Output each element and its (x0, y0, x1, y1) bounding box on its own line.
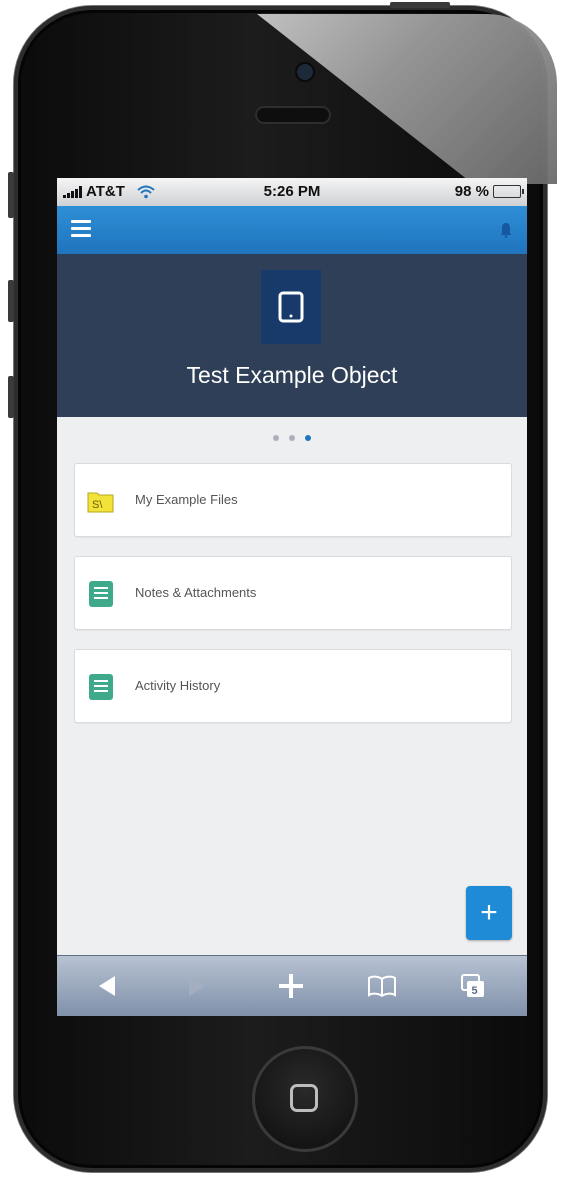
page-dot-active[interactable] (305, 435, 311, 441)
bookmarks-button[interactable] (354, 966, 410, 1006)
phone-glare (257, 14, 557, 184)
notes-icon (89, 581, 113, 607)
folder-files-icon: S\ (87, 492, 114, 513)
volume-up-button (8, 280, 14, 322)
hamburger-icon[interactable] (71, 220, 91, 238)
add-page-button[interactable] (263, 966, 319, 1006)
activity-icon (89, 674, 113, 700)
record-header: Test Example Object (57, 254, 527, 417)
app-header (57, 206, 527, 254)
list-item-label: Activity History (135, 678, 221, 693)
battery-group: 98 % (454, 183, 524, 200)
page-dot[interactable] (273, 435, 279, 441)
record-title: Test Example Object (186, 362, 398, 388)
browser-toolbar: 5 (57, 955, 527, 1016)
volume-down-button (8, 376, 14, 418)
mute-switch (8, 172, 14, 218)
tabs-icon: 5 (461, 974, 484, 997)
forward-icon (189, 976, 205, 996)
home-button[interactable] (252, 1046, 358, 1152)
list-item-label: My Example Files (135, 492, 238, 507)
svg-text:S\: S\ (92, 499, 103, 511)
phone-screen: AT&T 5:26 PM 98 % Test Example Object S\… (57, 178, 527, 1016)
back-icon (99, 976, 115, 996)
add-icon (279, 974, 303, 998)
forward-button[interactable] (169, 966, 225, 1006)
bell-icon[interactable] (499, 222, 513, 238)
front-camera (297, 64, 313, 80)
home-square-icon (290, 1084, 318, 1112)
battery-percent: 98 % (454, 183, 489, 200)
tabs-button[interactable]: 5 (445, 966, 501, 1006)
earpiece-speaker (255, 106, 331, 124)
list-item-label: Notes & Attachments (135, 585, 257, 600)
page-dot[interactable] (289, 435, 295, 441)
tablet-icon (261, 270, 321, 344)
add-button[interactable]: + (466, 886, 512, 940)
power-button (390, 2, 450, 8)
list-item[interactable]: Activity History (74, 649, 512, 723)
bookmarks-icon (368, 975, 396, 997)
back-button[interactable] (79, 966, 135, 1006)
page-indicator[interactable] (57, 435, 527, 441)
list-item[interactable]: S\ My Example Files (74, 463, 512, 537)
tabs-count: 5 (472, 985, 478, 997)
status-bar: AT&T 5:26 PM 98 % (57, 178, 527, 206)
list-item[interactable]: Notes & Attachments (74, 556, 512, 630)
battery-icon (493, 185, 524, 198)
